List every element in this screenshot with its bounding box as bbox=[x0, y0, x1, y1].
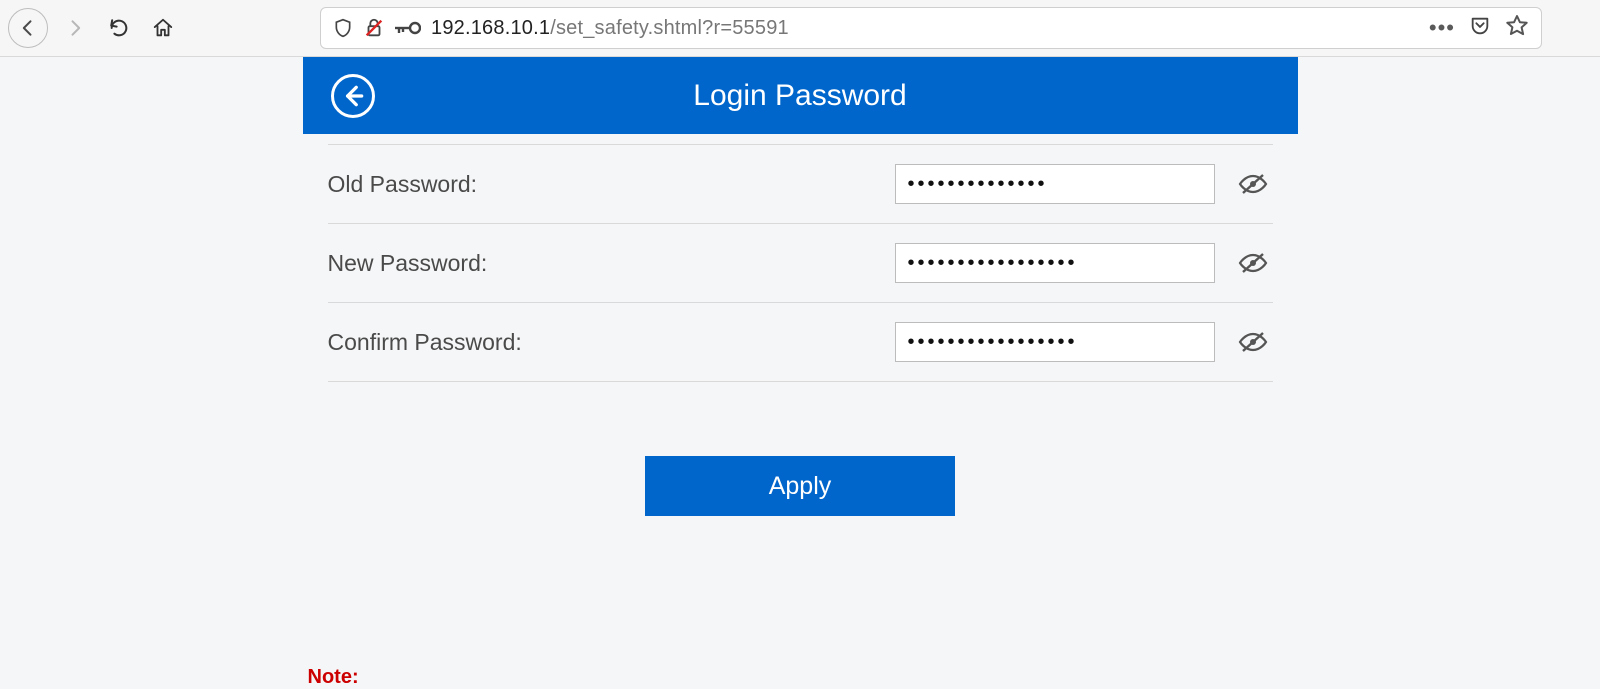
browser-reload-button[interactable] bbox=[102, 11, 136, 45]
url-text: 192.168.10.1/set_safety.shtml?r=55591 bbox=[431, 17, 789, 40]
toggle-visibility-confirm[interactable] bbox=[1233, 330, 1273, 354]
panel: Login Password Old Password: New Passwor… bbox=[303, 57, 1298, 689]
row-confirm-password: Confirm Password: bbox=[328, 302, 1273, 382]
browser-forward-button[interactable] bbox=[58, 11, 92, 45]
old-password-input[interactable] bbox=[895, 164, 1215, 204]
address-bar[interactable]: 192.168.10.1/set_safety.shtml?r=55591 ••… bbox=[320, 7, 1542, 49]
toggle-visibility-old[interactable] bbox=[1233, 172, 1273, 196]
key-icon[interactable] bbox=[395, 20, 421, 36]
confirm-password-input[interactable] bbox=[895, 322, 1215, 362]
url-host: 192.168.10.1 bbox=[431, 17, 550, 39]
password-form: Old Password: New Password: Confirm Pass… bbox=[303, 144, 1298, 689]
new-password-input[interactable] bbox=[895, 243, 1215, 283]
browser-home-button[interactable] bbox=[146, 11, 180, 45]
toggle-visibility-new[interactable] bbox=[1233, 251, 1273, 275]
note-label: Note: bbox=[308, 666, 1273, 689]
insecure-lock-icon[interactable] bbox=[363, 17, 385, 39]
old-password-label: Old Password: bbox=[328, 171, 895, 198]
pocket-icon[interactable] bbox=[1469, 15, 1491, 42]
panel-header: Login Password bbox=[303, 57, 1298, 134]
new-password-label: New Password: bbox=[328, 250, 895, 277]
panel-back-button[interactable] bbox=[331, 74, 375, 118]
url-path: /set_safety.shtml?r=55591 bbox=[550, 17, 789, 39]
panel-title: Login Password bbox=[693, 79, 906, 113]
bookmark-star-icon[interactable] bbox=[1505, 14, 1529, 43]
page: Login Password Old Password: New Passwor… bbox=[0, 57, 1600, 689]
row-old-password: Old Password: bbox=[328, 144, 1273, 224]
row-new-password: New Password: bbox=[328, 223, 1273, 303]
browser-back-button[interactable] bbox=[8, 8, 48, 48]
confirm-password-label: Confirm Password: bbox=[328, 329, 895, 356]
apply-wrap: Apply bbox=[328, 456, 1273, 516]
shield-icon[interactable] bbox=[333, 17, 353, 39]
apply-button[interactable]: Apply bbox=[645, 456, 955, 516]
browser-toolbar: 192.168.10.1/set_safety.shtml?r=55591 ••… bbox=[0, 0, 1600, 57]
